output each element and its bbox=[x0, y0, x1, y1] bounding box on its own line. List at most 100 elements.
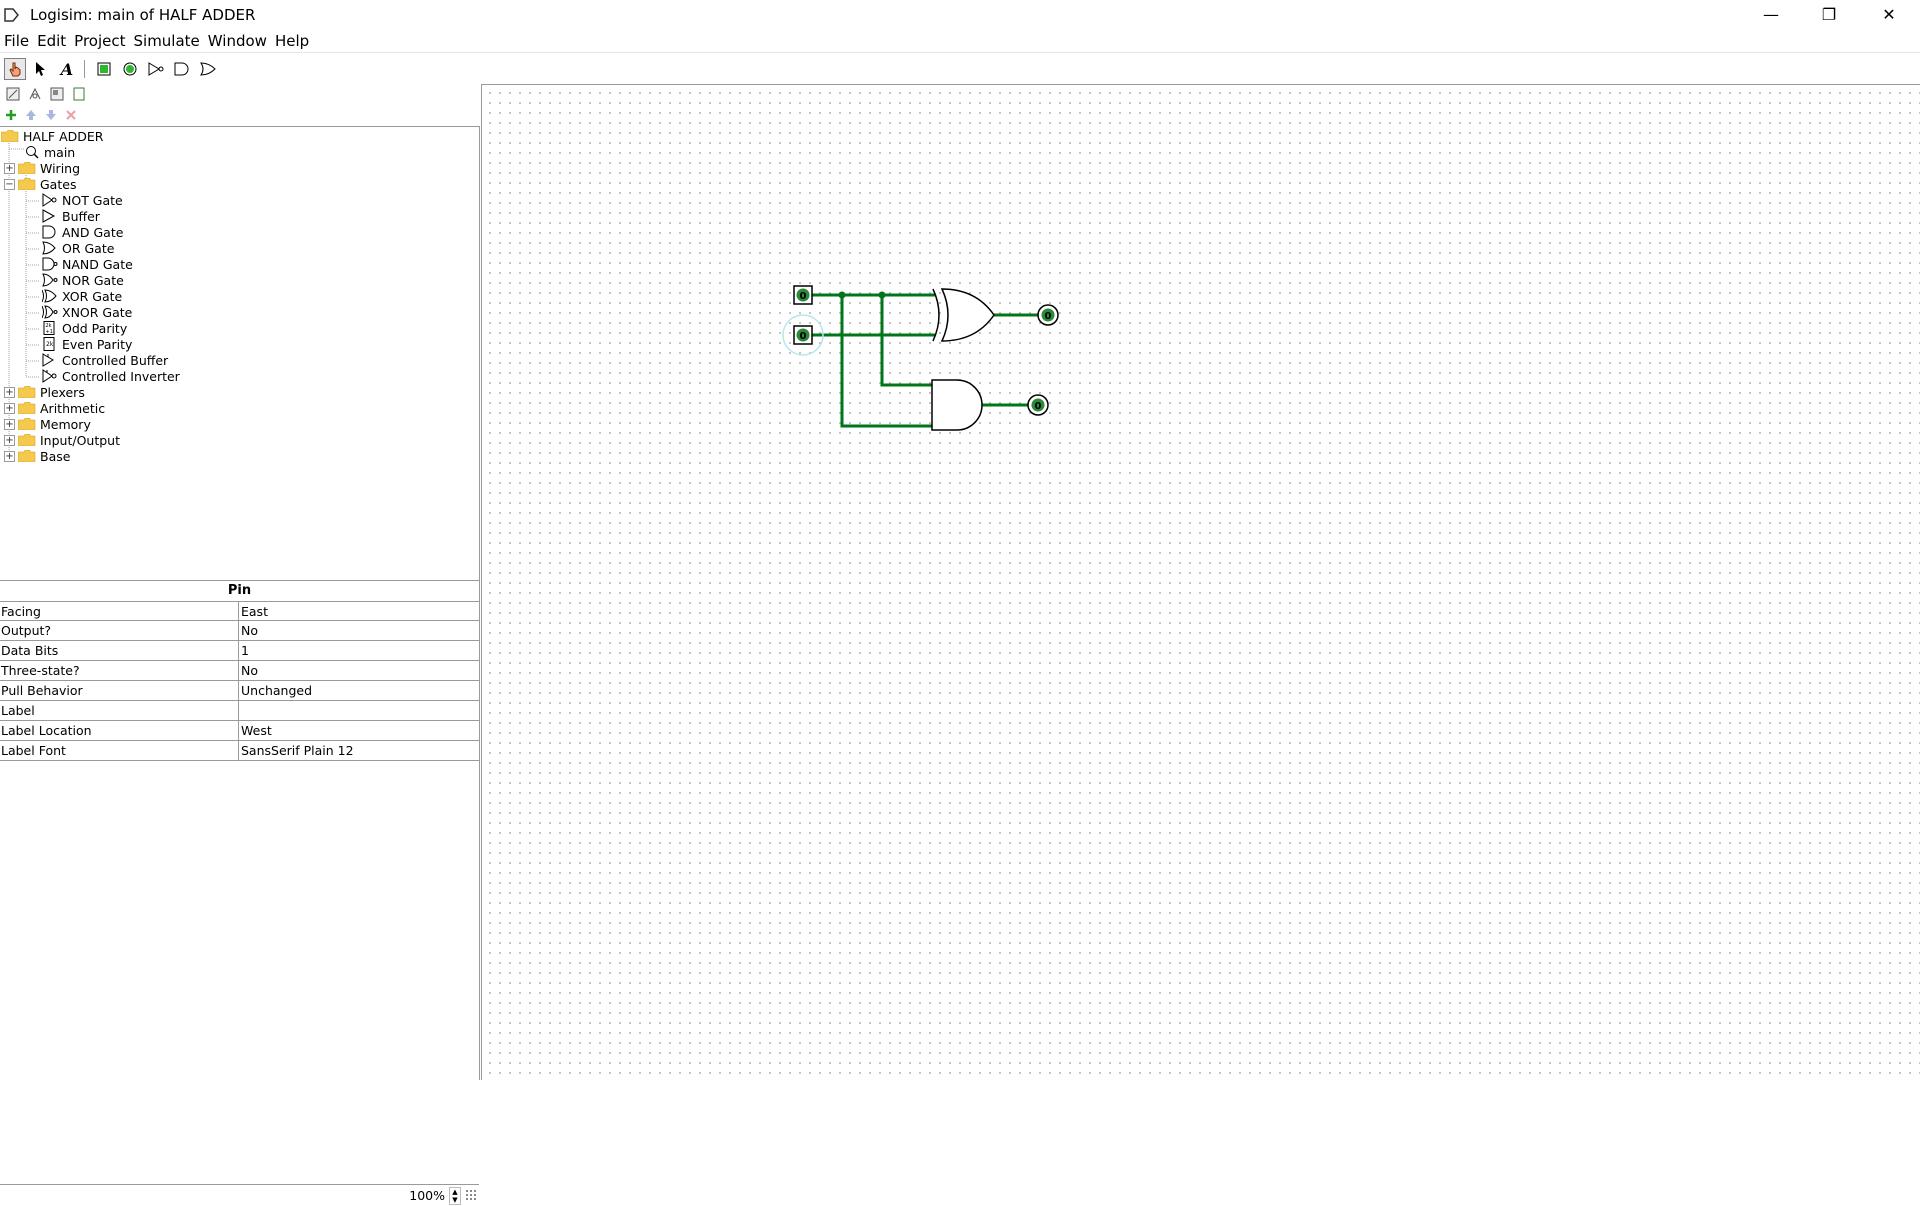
expand-plus-icon[interactable]: + bbox=[4, 162, 15, 174]
and-gate[interactable] bbox=[931, 379, 983, 431]
menu-project[interactable]: Project bbox=[70, 32, 129, 50]
attribute-row[interactable]: Label bbox=[0, 701, 479, 721]
tree-library-base[interactable]: + Base bbox=[4, 448, 70, 464]
wires[interactable] bbox=[810, 293, 1040, 428]
tree-library-plexers[interactable]: + Plexers bbox=[4, 384, 85, 400]
menu-file[interactable]: File bbox=[0, 32, 33, 50]
tree-library-arithmetic[interactable]: + Arithmetic bbox=[4, 400, 105, 416]
wire-a-to-and[interactable] bbox=[840, 293, 934, 428]
tree-gate-or[interactable]: OR Gate bbox=[42, 240, 114, 256]
tree-gate-label: Even Parity bbox=[62, 336, 133, 352]
attribute-value[interactable]: West bbox=[239, 721, 479, 740]
input-pin-b[interactable]: 0 bbox=[793, 325, 813, 345]
tree-library-wiring[interactable]: + Wiring bbox=[4, 160, 80, 176]
half-adder-circuit: 0 0 0 0 bbox=[782, 285, 1059, 431]
menu-simulate[interactable]: Simulate bbox=[130, 32, 204, 50]
attribute-row[interactable]: Label Location West bbox=[0, 721, 479, 741]
output-pin-carry[interactable]: 0 bbox=[1027, 394, 1049, 416]
tree-gate-xor[interactable]: XOR Gate bbox=[42, 288, 122, 304]
expand-plus-icon[interactable]: + bbox=[4, 450, 15, 462]
tree-gate-not[interactable]: NOT Gate bbox=[42, 192, 123, 208]
show-toolbox-button[interactable] bbox=[4, 85, 22, 103]
grid-toggle-icon[interactable] bbox=[465, 1189, 477, 1201]
output-pin-sum[interactable]: 0 bbox=[1037, 304, 1059, 326]
edit-layout-button[interactable] bbox=[48, 85, 66, 103]
attribute-value[interactable]: SansSerif Plain 12 bbox=[239, 741, 479, 760]
tree-gate-and[interactable]: AND Gate bbox=[42, 224, 123, 240]
tree-library-label: Base bbox=[40, 448, 71, 464]
xor-gate[interactable] bbox=[932, 288, 995, 342]
add-or-gate-button[interactable] bbox=[197, 58, 219, 80]
tree-library-label: Wiring bbox=[40, 160, 81, 176]
attribute-row[interactable]: Three-state? No bbox=[0, 661, 479, 681]
attribute-value[interactable]: Unchanged bbox=[239, 681, 479, 700]
input-pin-a[interactable]: 0 bbox=[793, 285, 813, 305]
restore-button[interactable]: ❐ bbox=[1800, 0, 1858, 29]
attribute-row[interactable]: Data Bits 1 bbox=[0, 641, 479, 661]
attribute-row[interactable]: Label Font SansSerif Plain 12 bbox=[0, 741, 479, 761]
tree-circuit-main[interactable]: main bbox=[24, 144, 75, 160]
zoom-spinner[interactable]: ▲ ▼ bbox=[449, 1187, 461, 1205]
wire-b-to-and[interactable] bbox=[880, 293, 934, 387]
select-tool-button[interactable] bbox=[30, 58, 52, 80]
attribute-value[interactable]: No bbox=[239, 621, 479, 640]
expand-plus-icon[interactable]: + bbox=[4, 386, 15, 398]
expand-plus-icon[interactable]: + bbox=[4, 434, 15, 446]
attribute-value[interactable] bbox=[239, 701, 479, 720]
tree-project-root[interactable]: HALF ADDER bbox=[1, 128, 103, 144]
move-down-button[interactable] bbox=[42, 107, 60, 123]
tree-gate-nand[interactable]: NAND Gate bbox=[42, 256, 133, 272]
tree-library-memory[interactable]: + Memory bbox=[4, 416, 91, 432]
close-button[interactable]: ✕ bbox=[1860, 0, 1918, 29]
tree-library-label: Plexers bbox=[40, 384, 85, 400]
add-circuit-button[interactable] bbox=[2, 107, 20, 123]
attribute-row[interactable]: Facing East bbox=[0, 601, 479, 621]
tree-library-input-output[interactable]: + Input/Output bbox=[4, 432, 120, 448]
edit-appearance-button[interactable] bbox=[70, 85, 88, 103]
zoom-bar: 100% ▲ ▼ bbox=[0, 1184, 479, 1206]
add-not-gate-button[interactable] bbox=[145, 58, 167, 80]
tree-gate-controlled-buffer[interactable]: Controlled Buffer bbox=[42, 352, 168, 368]
tree-gate-xnor[interactable]: XNOR Gate bbox=[42, 304, 132, 320]
tree-gate-label: Controlled Buffer bbox=[62, 352, 169, 368]
tree-gate-nor[interactable]: NOR Gate bbox=[42, 272, 124, 288]
attribute-value[interactable]: No bbox=[239, 661, 479, 680]
menu-edit[interactable]: Edit bbox=[33, 32, 70, 50]
tree-library-gates[interactable]: − Gates bbox=[4, 176, 76, 192]
minimize-button[interactable]: — bbox=[1742, 0, 1800, 29]
expand-plus-icon[interactable]: + bbox=[4, 402, 15, 414]
add-and-gate-button[interactable] bbox=[171, 58, 193, 80]
add-output-pin-button[interactable] bbox=[119, 58, 141, 80]
tree-gate-buffer[interactable]: Buffer bbox=[42, 208, 100, 224]
attribute-value[interactable]: 1 bbox=[239, 641, 479, 660]
tree-gate-label: NOR Gate bbox=[62, 272, 124, 288]
hand-pointer-icon bbox=[9, 62, 21, 77]
tree-gate-label: AND Gate bbox=[62, 224, 124, 240]
odd-parity-icon: 2k+1 bbox=[43, 321, 55, 335]
or-gate-icon bbox=[42, 241, 56, 255]
text-tool-button[interactable]: A bbox=[56, 58, 78, 80]
not-gate-icon bbox=[148, 62, 164, 76]
tree-gate-even-parity[interactable]: 2k Even Parity bbox=[42, 336, 132, 352]
tree-gate-controlled-inverter[interactable]: Controlled Inverter bbox=[42, 368, 180, 384]
expand-plus-icon[interactable]: + bbox=[4, 418, 15, 430]
folder-icon bbox=[18, 386, 36, 398]
attribute-row[interactable]: Output? No bbox=[0, 621, 479, 641]
tree-library-label: Gates bbox=[40, 176, 77, 192]
poke-tool-button[interactable] bbox=[4, 58, 26, 80]
attribute-row[interactable]: Pull Behavior Unchanged bbox=[0, 681, 479, 701]
open-folder-icon bbox=[18, 178, 36, 190]
menu-window[interactable]: Window bbox=[204, 32, 271, 50]
menu-help[interactable]: Help bbox=[271, 32, 313, 50]
carry-output-value: 0 bbox=[1035, 401, 1042, 412]
tree-gate-odd-parity[interactable]: 2k +1 Odd Parity bbox=[42, 320, 127, 336]
circuit-canvas[interactable]: 0 0 0 0 bbox=[481, 84, 1920, 1080]
zoom-level[interactable]: 100% bbox=[409, 1188, 445, 1203]
show-simulation-button[interactable] bbox=[26, 85, 44, 103]
add-input-pin-button[interactable] bbox=[93, 58, 115, 80]
menu-bar: File Edit Project Simulate Window Help bbox=[0, 29, 1920, 53]
attribute-value[interactable]: East bbox=[239, 602, 479, 620]
remove-circuit-button[interactable] bbox=[62, 107, 80, 123]
collapse-minus-icon[interactable]: − bbox=[4, 178, 15, 190]
move-up-button[interactable] bbox=[22, 107, 40, 123]
